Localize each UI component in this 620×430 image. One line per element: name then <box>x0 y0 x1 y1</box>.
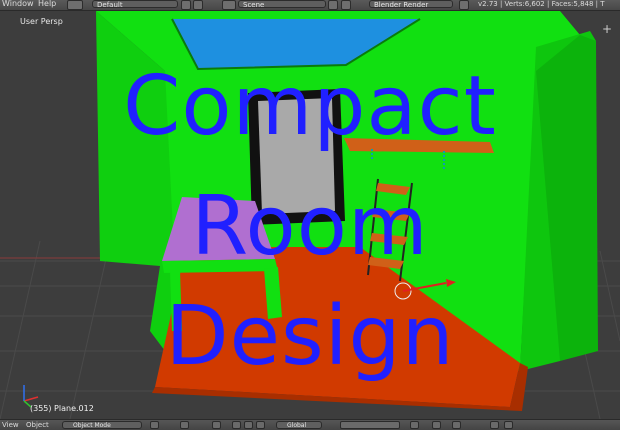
layout-select[interactable]: Default <box>92 0 178 9</box>
lock-icon[interactable] <box>410 421 419 429</box>
layers-icon[interactable] <box>340 421 400 429</box>
active-object-label: (355) Plane.012 <box>30 404 94 413</box>
close-icon[interactable] <box>193 0 203 10</box>
add-icon[interactable] <box>181 0 191 10</box>
menu-help[interactable]: Help <box>38 0 56 9</box>
proportional-edit-icon[interactable] <box>432 421 441 429</box>
scene-select[interactable]: Scene <box>238 0 326 9</box>
top-menu-bar: Window Help Default Scene Blender Render… <box>0 0 620 11</box>
scene-menu-icon[interactable] <box>222 0 236 10</box>
scale-icon[interactable] <box>256 421 265 429</box>
shading-sphere-icon[interactable] <box>150 421 159 429</box>
title-line-1: Compact <box>123 59 497 154</box>
render-engine-select[interactable]: Blender Render <box>369 0 453 9</box>
viewport-header: View Object Object Mode Global <box>0 419 620 430</box>
pivot-icon[interactable] <box>180 421 189 429</box>
translate-icon[interactable] <box>232 421 241 429</box>
blender-logo-icon <box>459 0 469 10</box>
title-line-2: Room <box>191 179 429 274</box>
camera-icon[interactable] <box>504 421 513 429</box>
scene-stats: v2.73 | Verts:6,602 | Faces:5,848 | T <box>478 0 605 8</box>
mode-select[interactable]: Object Mode <box>62 421 142 429</box>
rotate-icon[interactable] <box>244 421 253 429</box>
close-icon[interactable] <box>341 0 351 10</box>
snap-icon[interactable] <box>452 421 461 429</box>
orientation-select[interactable]: Global <box>276 421 322 429</box>
render-preview-icon[interactable] <box>490 421 499 429</box>
layout-menu-icon[interactable] <box>67 0 83 10</box>
menu-window[interactable]: Window <box>2 0 34 9</box>
title-line-3: Design <box>165 289 455 384</box>
plus-icon[interactable]: + <box>602 23 612 35</box>
add-icon[interactable] <box>328 0 338 10</box>
manipulator-icon[interactable] <box>212 421 221 429</box>
view-perspective-label: User Persp <box>20 17 63 26</box>
